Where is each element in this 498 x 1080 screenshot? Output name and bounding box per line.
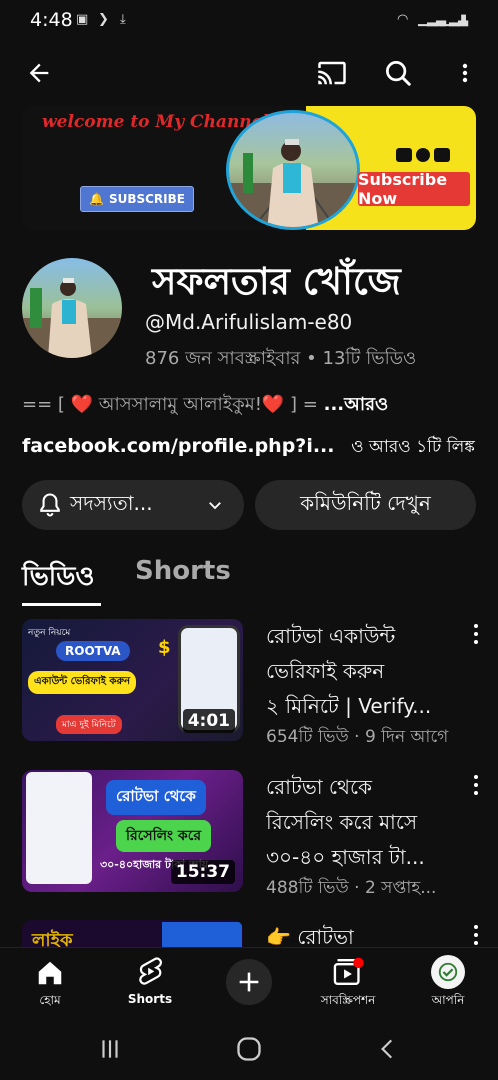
tab-shorts[interactable]: Shorts — [135, 556, 231, 586]
nav-create[interactable] — [199, 948, 299, 1020]
youtube-icon — [396, 148, 412, 162]
banner-subscribe-label: SUBSCRIBE — [108, 192, 185, 206]
community-button[interactable]: কমিউনিটি দেখুন — [255, 480, 476, 530]
recents-icon — [102, 1040, 118, 1058]
channel-banner: welcome to My Channel 🔔 SUBSCRIBE Subscr… — [22, 106, 476, 230]
video-title[interactable]: 👉 রোটভা — [266, 920, 462, 947]
more-options-button[interactable] — [446, 54, 484, 92]
download-icon: ⤓ — [120, 12, 126, 27]
tab-active-indicator — [22, 603, 101, 606]
thumb-phone — [162, 922, 242, 947]
bell-icon: 🔔 — [89, 192, 104, 206]
status-time: 4:48 — [30, 9, 73, 31]
nav-shorts[interactable]: Shorts — [100, 948, 200, 1020]
video-thumbnail[interactable]: রোটভা থেকে রিসেলিং করে ৩০-৪০হাজার টাকা আ… — [22, 770, 243, 892]
facebook-icon — [416, 148, 430, 162]
taskvero-logo-icon — [438, 962, 458, 982]
nav-shorts-label: Shorts — [127, 992, 173, 1006]
channel-name: সফলতার খোঁজে — [152, 260, 401, 303]
more-vert-icon — [462, 63, 468, 83]
banner-social-icons — [396, 148, 450, 162]
profile-avatar — [431, 955, 465, 989]
thumb-phone — [26, 772, 92, 884]
channel-links[interactable]: facebook.com/profile.php?i... ও আরও ১টি … — [22, 434, 475, 462]
nav-you[interactable]: আপনি — [398, 948, 498, 1020]
instagram-icon — [434, 148, 450, 162]
recents-button[interactable] — [90, 1029, 130, 1069]
thumb-text-middle: একাউন্ট ভেরিফাই করুন — [28, 671, 137, 694]
search-button[interactable] — [379, 54, 417, 92]
nav-you-label: আপনি — [431, 993, 465, 1007]
video-meta: 488টি ভিউ · 2 সপ্তাহ... — [266, 878, 437, 898]
video-title[interactable]: রোটভা থেকে রিসেলিং করে মাসে ৩০-৪০ হাজার … — [266, 770, 462, 875]
banner-welcome-text: welcome to My Channel — [42, 112, 269, 132]
thumb-text-top: নতুন নিয়মে — [28, 628, 71, 638]
video-title-line: ২ মিনিটে | Verify... — [266, 694, 432, 718]
subscription-label: সদস্যতা... — [70, 490, 153, 515]
subscription-button[interactable]: সদস্যতা... — [22, 480, 244, 530]
dollar-icon: $ — [158, 637, 171, 658]
create-button[interactable] — [226, 959, 272, 1005]
back-button[interactable] — [20, 54, 58, 92]
gallery-icon: ▣ — [76, 12, 89, 27]
video-duration: 15:37 — [170, 860, 235, 884]
video-title-line: রোটভা একাউন্ট — [266, 624, 396, 648]
video-thumbnail[interactable]: লাইক — [22, 920, 243, 947]
top-app-bar — [0, 48, 498, 98]
battery-icon: ▮ — [460, 12, 468, 27]
back-arrow-icon — [29, 63, 49, 83]
video-thumbnail[interactable]: নতুন নিয়মে ROOTVA একাউন্ট ভেরিফাই করুন … — [22, 619, 243, 741]
nav-home-label: হোম — [39, 993, 61, 1007]
video-title-line: 👉 রোটভা — [266, 925, 354, 947]
thumb-brand: ROOTVA — [56, 641, 130, 661]
nav-subscriptions-label: সাবস্ক্রিপশন — [320, 993, 376, 1007]
banner-subscribe-now-graphic: Subscribe Now — [358, 170, 470, 208]
chevron-left-icon — [381, 1039, 393, 1059]
description-text: == [ ❤️ আসসালামু আলাইকুম!❤️ ] = — [22, 394, 318, 415]
nav-subscriptions[interactable]: সাবস্ক্রিপশন — [298, 948, 398, 1020]
cast-button[interactable] — [313, 54, 351, 92]
cast-icon — [318, 61, 346, 85]
plus-icon — [239, 972, 259, 992]
home-system-button[interactable] — [229, 1029, 269, 1069]
back-system-button[interactable] — [368, 1029, 408, 1069]
video-more-button[interactable] — [466, 923, 486, 947]
chevron-down-icon — [209, 502, 221, 510]
video-title[interactable]: রোটভা একাউন্ট ভেরিফাই করুন ২ মিনিটে | Ve… — [266, 619, 462, 724]
channel-handle: @Md.Arifulislam-e80 — [145, 310, 353, 334]
video-title-line: রোটভা থেকে — [266, 775, 372, 799]
video-title-line: রিসেলিং করে মাসে — [266, 810, 418, 834]
nav-home[interactable]: হোম — [0, 948, 100, 1020]
wifi-icon: ◠ — [397, 12, 409, 27]
channel-stats: 876 জন সাবস্ক্রাইবার • 13টি ভিডিও — [145, 348, 417, 369]
thumb-text-top: রোটভা থেকে — [106, 780, 206, 815]
subscriptions-icon — [333, 957, 364, 985]
bell-outline-icon — [40, 493, 60, 517]
thumb-text-top: লাইক — [32, 930, 73, 947]
video-more-button[interactable] — [466, 773, 486, 797]
banner-subscribe-graphic: 🔔 SUBSCRIBE — [80, 186, 194, 212]
home-circle-icon — [237, 1037, 261, 1061]
status-bar: 4:48 ▣ ❯ ⤓ ◠ ▁▂▃ ▁▂▃ ▮ — [0, 0, 498, 40]
bottom-navigation: হোম Shorts সাবস্ক্রিপশন আপনি — [0, 947, 498, 1019]
channel-description[interactable]: == [ ❤️ আসসালামু আলাইকুম!❤️ ] = ...আরও — [22, 390, 388, 421]
video-title-line: ৩০-৪০ হাজার টা... — [266, 845, 425, 869]
home-icon — [38, 961, 62, 985]
video-duration: 4:01 — [182, 709, 235, 733]
thumb-text-middle: রিসেলিং করে — [116, 820, 212, 852]
shorts-icon — [139, 957, 162, 985]
channel-link-more[interactable]: ও আরও ১টি লিঙ্ক — [351, 437, 475, 457]
description-more-link[interactable]: ...আরও — [324, 394, 389, 415]
channel-avatar[interactable] — [22, 258, 122, 358]
play-arrow-icon: ❯ — [98, 12, 109, 27]
banner-photo — [226, 110, 360, 230]
video-meta: 654টি ভিউ · 9 দিন আগে — [266, 727, 449, 747]
video-title-line: ভেরিফাই করুন — [266, 659, 385, 683]
thumb-text-bottom: মাএ দুই মিনিটে — [56, 715, 122, 734]
channel-link[interactable]: facebook.com/profile.php?i... — [22, 435, 335, 457]
tab-videos[interactable]: ভিডিও — [22, 556, 95, 600]
search-icon — [386, 61, 411, 86]
system-navigation-bar — [0, 1019, 498, 1080]
video-more-button[interactable] — [466, 622, 486, 646]
